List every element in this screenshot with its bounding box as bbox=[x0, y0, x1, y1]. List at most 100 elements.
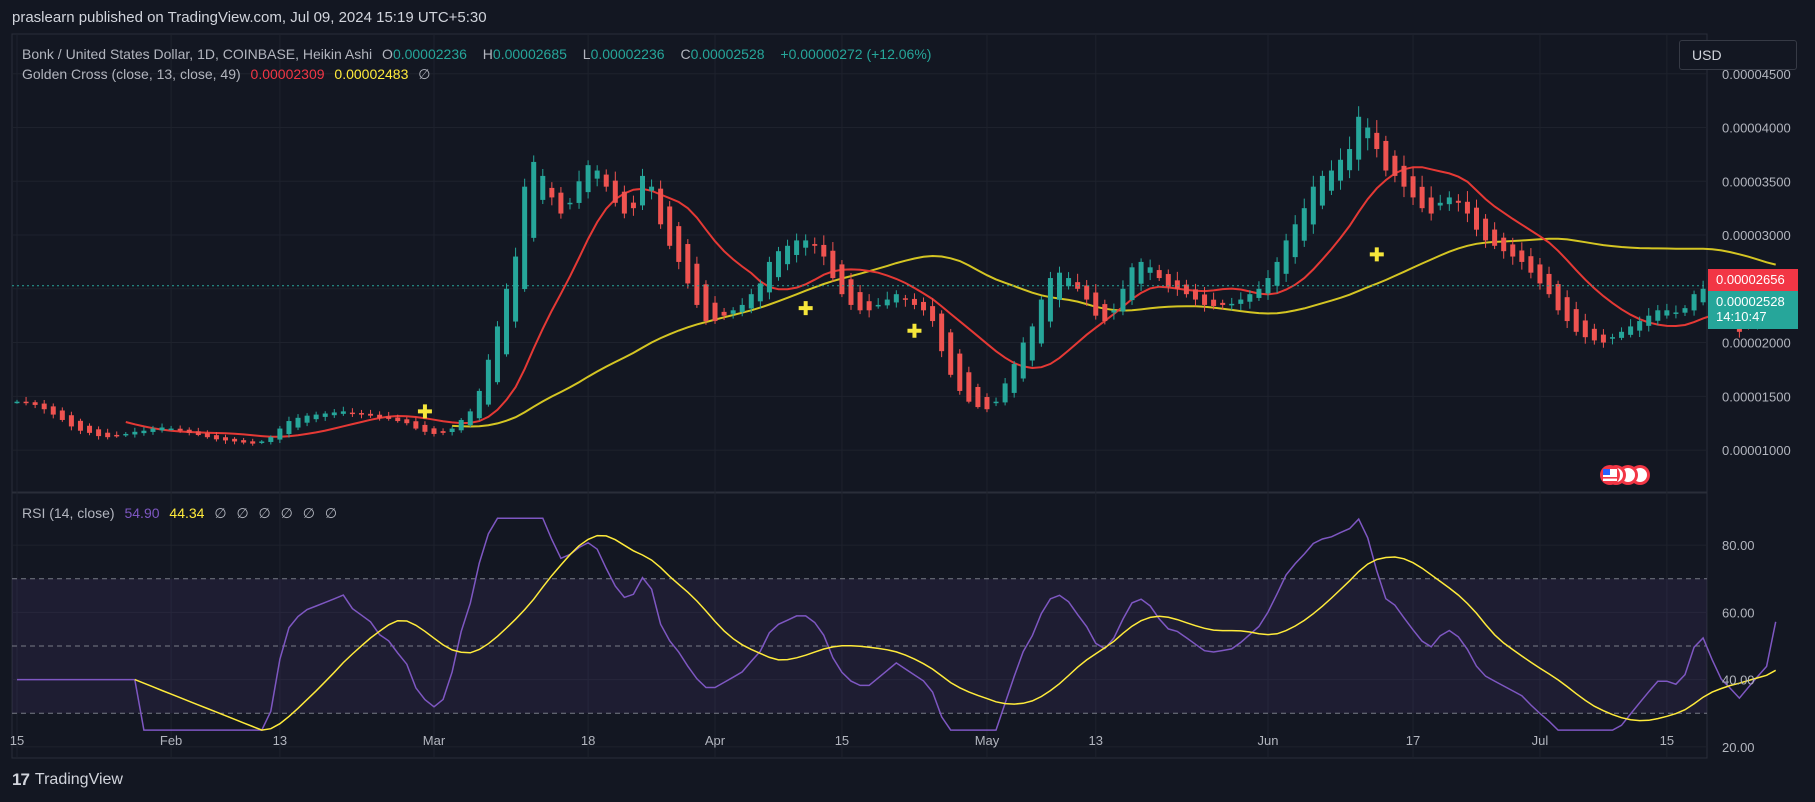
symbol-name: Bonk / United States Dollar, 1D, COINBAS… bbox=[22, 46, 373, 62]
candle-body bbox=[911, 298, 917, 305]
candle-body bbox=[1555, 284, 1561, 311]
candle-body bbox=[1093, 292, 1099, 316]
candle-body bbox=[268, 437, 274, 442]
candle-body bbox=[893, 294, 899, 303]
candle-body bbox=[930, 306, 936, 322]
candle-body bbox=[1047, 278, 1053, 322]
time-tick-label: Apr bbox=[705, 733, 726, 748]
open-value: 0.00002236 bbox=[392, 46, 467, 62]
candle-body bbox=[1292, 224, 1298, 258]
hidden-value-icon[interactable]: ∅ bbox=[236, 505, 248, 521]
candle-body bbox=[313, 414, 319, 420]
candle-body bbox=[612, 180, 618, 203]
candle-body bbox=[884, 299, 890, 306]
cross-marker bbox=[1369, 247, 1384, 262]
candle-body bbox=[1455, 200, 1461, 203]
candle-body bbox=[195, 431, 201, 436]
chart-canvas[interactable]: 0.000045000.000040000.000035000.00003000… bbox=[0, 0, 1815, 802]
candle-body bbox=[277, 428, 283, 440]
candle-body bbox=[1619, 331, 1625, 338]
candle-body bbox=[830, 250, 836, 279]
candle-body bbox=[939, 313, 945, 352]
flag-icons bbox=[1600, 465, 1650, 485]
candle-body bbox=[1283, 240, 1289, 274]
candle-body bbox=[1338, 159, 1344, 181]
candle-body bbox=[358, 413, 364, 415]
hidden-value-icon[interactable]: ∅ bbox=[418, 66, 430, 82]
candle-body bbox=[748, 294, 754, 309]
candle-body bbox=[1356, 116, 1362, 160]
candle-body bbox=[1392, 155, 1398, 176]
candle-body bbox=[1102, 304, 1108, 322]
candle-body bbox=[141, 430, 147, 434]
candle-body bbox=[150, 428, 156, 432]
change-value: +0.00000272 (+12.06%) bbox=[780, 46, 932, 62]
candle-body bbox=[803, 240, 809, 248]
candle-body bbox=[975, 386, 981, 408]
candle-body bbox=[594, 170, 600, 179]
candle-body bbox=[558, 192, 564, 214]
candle-body bbox=[1401, 165, 1407, 187]
candle-body bbox=[476, 390, 482, 419]
candle-body bbox=[1328, 170, 1334, 191]
low-label: L bbox=[582, 46, 591, 62]
candle-body bbox=[123, 433, 129, 436]
candle-body bbox=[14, 401, 20, 404]
time-tick-label: 17 bbox=[1406, 733, 1420, 748]
time-tick-label: Jul bbox=[1532, 733, 1549, 748]
candle-body bbox=[1129, 267, 1135, 301]
footer-brand[interactable]: 17 TradingView bbox=[12, 770, 123, 790]
candle-body bbox=[1202, 294, 1208, 305]
low-value: 0.00002236 bbox=[590, 46, 665, 62]
cross-marker bbox=[798, 301, 813, 316]
close-label: C bbox=[680, 46, 691, 62]
time-tick-label: 15 bbox=[1660, 733, 1674, 748]
hidden-value-icon[interactable]: ∅ bbox=[281, 505, 293, 521]
candle-body bbox=[331, 412, 337, 416]
candle-body bbox=[1582, 320, 1588, 338]
golden-cross-legend[interactable]: Golden Cross (close, 13, close, 49) 0.00… bbox=[22, 66, 436, 83]
hidden-value-icon[interactable]: ∅ bbox=[325, 505, 337, 521]
candle-body bbox=[223, 437, 228, 441]
candle-body bbox=[1600, 334, 1606, 343]
candle-body bbox=[77, 420, 83, 431]
symbol-legend[interactable]: Bonk / United States Dollar, 1D, COINBAS… bbox=[22, 46, 937, 62]
candle-body bbox=[1084, 285, 1090, 300]
candle-body bbox=[839, 264, 845, 295]
candle-body bbox=[794, 240, 800, 255]
candle-body bbox=[132, 431, 138, 435]
candle-body bbox=[1220, 302, 1226, 305]
candle-body bbox=[785, 245, 791, 265]
hidden-value-icon[interactable]: ∅ bbox=[303, 505, 315, 521]
candle-body bbox=[168, 428, 174, 431]
candle-body bbox=[186, 429, 192, 433]
hidden-value-icon[interactable]: ∅ bbox=[214, 505, 226, 521]
rsi-value: 54.90 bbox=[124, 505, 160, 521]
currency-button[interactable]: USD bbox=[1679, 40, 1797, 70]
last-price-value: 0.00002528 bbox=[1716, 294, 1785, 309]
candle-body bbox=[1446, 197, 1452, 205]
candle-body bbox=[114, 434, 120, 437]
candle-body bbox=[1673, 312, 1679, 314]
candle-body bbox=[567, 202, 573, 205]
candle-body bbox=[1682, 308, 1688, 313]
candle-body bbox=[712, 302, 718, 322]
open-label: O bbox=[382, 46, 393, 62]
candle-body bbox=[821, 244, 827, 257]
candle-body bbox=[422, 424, 428, 432]
candle-body bbox=[513, 256, 519, 322]
rsi-legend[interactable]: RSI (14, close) 54.90 44.34 ∅ ∅ ∅ ∅ ∅ ∅ bbox=[22, 505, 343, 522]
time-tick-label: Mar bbox=[423, 733, 446, 748]
candle-body bbox=[730, 310, 736, 314]
candle-body bbox=[966, 372, 972, 402]
time-axis-labels: 15 Feb 13 Mar 18 Apr 15 May 13 Jun 17 Jul 15 bbox=[10, 733, 1674, 748]
candle-body bbox=[32, 402, 38, 405]
candle-body bbox=[640, 175, 645, 206]
candle-body bbox=[286, 421, 292, 435]
candle-body bbox=[1365, 127, 1371, 139]
hidden-value-icon[interactable]: ∅ bbox=[259, 505, 271, 521]
rsi-axis-labels: 80.00 60.00 40.00 20.00 bbox=[1722, 538, 1755, 755]
candle-body bbox=[1655, 310, 1661, 321]
candle-body bbox=[1501, 237, 1507, 252]
candle-body bbox=[1646, 315, 1652, 326]
